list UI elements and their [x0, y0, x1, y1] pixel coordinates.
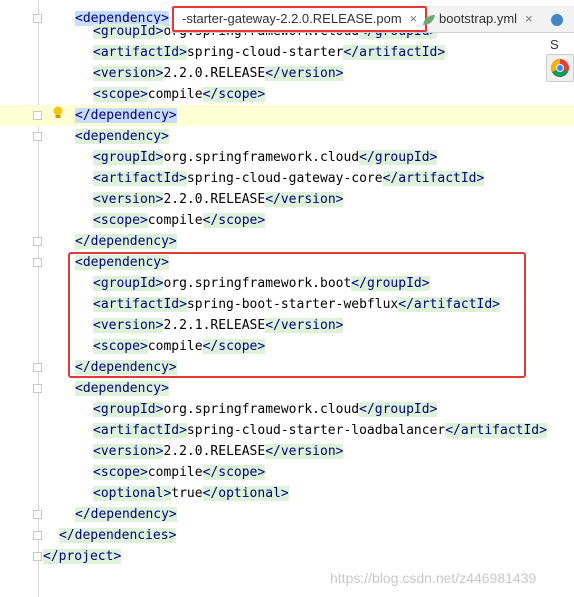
tab-label: -starter-gateway-2.2.0.RELEASE.pom	[182, 11, 402, 26]
tab-s[interactable]: S	[550, 6, 574, 52]
fold-marker[interactable]	[33, 14, 42, 23]
code-line: </project>	[43, 549, 122, 564]
code-line: <artifactId>spring-cloud-starter</artifa…	[93, 45, 446, 60]
watermark: https://blog.csdn.net/z446981439	[330, 570, 537, 586]
tab-label: S	[550, 37, 559, 52]
fold-marker[interactable]	[33, 237, 42, 246]
code-line: <version>2.2.0.RELEASE</version>	[93, 66, 344, 81]
code-line: <groupId>org.springframework.cloud</grou…	[93, 402, 438, 417]
tab-label: bootstrap.yml	[439, 11, 518, 26]
highlight-box	[68, 252, 526, 378]
fold-marker[interactable]	[33, 132, 42, 141]
code-line: </dependency>	[75, 108, 177, 123]
code-line: <dependency>	[75, 129, 169, 144]
code-line: </dependency>	[75, 234, 177, 249]
code-line: <artifactId>spring-cloud-starter-loadbal…	[93, 423, 547, 438]
tab-bootstrap-yml[interactable]: bootstrap.yml ×	[422, 6, 533, 32]
browser-preview-button[interactable]	[546, 54, 574, 82]
fold-marker[interactable]	[33, 552, 42, 561]
close-icon[interactable]: ×	[525, 11, 533, 26]
code-line: <optional>true</optional>	[93, 486, 289, 501]
class-icon	[551, 13, 563, 26]
fold-marker[interactable]	[33, 258, 42, 267]
lightbulb-icon[interactable]	[52, 106, 64, 120]
code-line: <version>2.2.0.RELEASE</version>	[93, 444, 344, 459]
editor-gutter	[0, 0, 38, 597]
code-line: </dependencies>	[59, 528, 177, 543]
code-line: </dependency>	[75, 507, 177, 522]
code-line: <artifactId>spring-cloud-gateway-core</a…	[93, 171, 485, 186]
code-line: <scope>compile</scope>	[93, 213, 266, 228]
fold-marker[interactable]	[33, 384, 42, 393]
tab-gateway-pom[interactable]: -starter-gateway-2.2.0.RELEASE.pom ×	[172, 6, 428, 32]
fold-marker[interactable]	[33, 510, 42, 519]
code-line: <dependency>	[75, 381, 169, 396]
chrome-icon	[551, 59, 569, 77]
fold-marker[interactable]	[33, 111, 42, 120]
editor-tab-bar: -starter-gateway-2.2.0.RELEASE.pom × boot…	[170, 6, 574, 52]
fold-marker[interactable]	[33, 363, 42, 372]
close-icon[interactable]: ×	[410, 11, 418, 26]
code-line: <groupId>org.springframework.cloud</grou…	[93, 150, 438, 165]
code-line: <scope>compile</scope>	[93, 465, 266, 480]
fold-marker[interactable]	[33, 531, 42, 540]
code-line: <version>2.2.0.RELEASE</version>	[93, 192, 344, 207]
leaf-icon	[423, 14, 435, 25]
code-line: <scope>compile</scope>	[93, 87, 266, 102]
